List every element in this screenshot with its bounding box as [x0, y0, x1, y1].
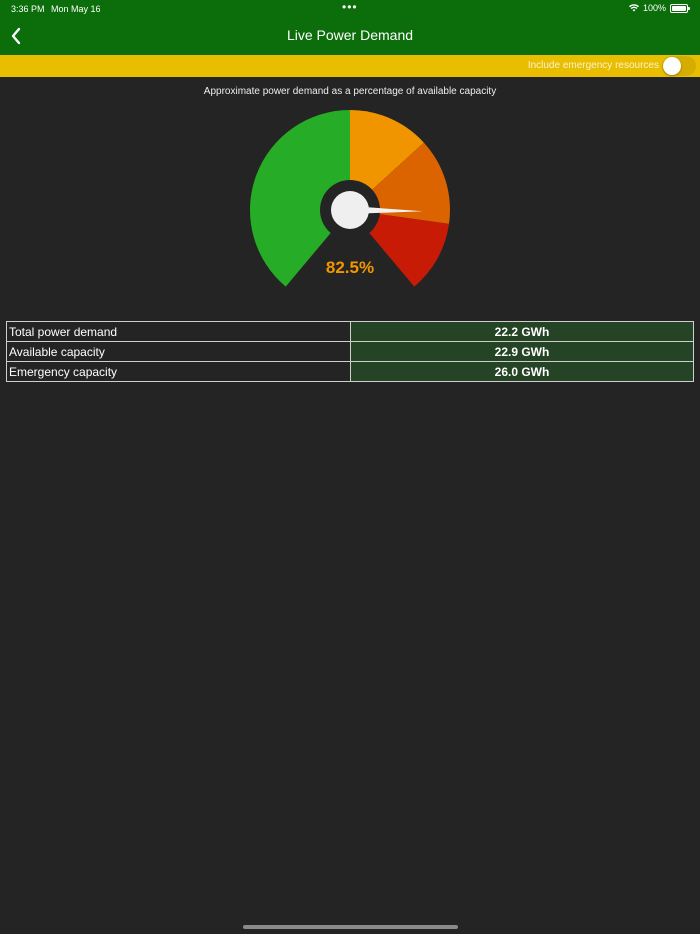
wifi-icon: [628, 4, 639, 12]
gauge-subtitle: Approximate power demand as a percentage…: [203, 86, 497, 97]
toggle-knob: [663, 57, 681, 75]
table-row: Available capacity 22.9 GWh: [6, 341, 694, 362]
status-right: 100%: [628, 3, 690, 13]
row-label: Available capacity: [6, 341, 351, 362]
status-date: Mon May 16: [51, 4, 101, 14]
row-value: 22.9 GWh: [350, 341, 694, 362]
emergency-toggle-label: Include emergency resources: [527, 60, 659, 71]
row-label: Total power demand: [6, 321, 351, 342]
status-bar: 3:36 PM Mon May 16 ••• 100%: [0, 0, 700, 18]
demand-gauge: 82.5%: [250, 110, 451, 287]
capacity-table: Total power demand 22.2 GWh Available ca…: [6, 321, 694, 382]
emergency-toggle-switch[interactable]: [662, 56, 696, 76]
app-header: 3:36 PM Mon May 16 ••• 100% Live Power D…: [0, 0, 700, 55]
multitasking-dots[interactable]: •••: [342, 1, 358, 13]
home-indicator[interactable]: [243, 925, 458, 929]
page-title: Live Power Demand: [286, 27, 414, 43]
battery-icon: [670, 3, 690, 13]
battery-percent: 100%: [642, 3, 666, 13]
row-label: Emergency capacity: [6, 361, 351, 382]
gauge-hub: [331, 191, 369, 229]
row-value: 26.0 GWh: [350, 361, 694, 382]
table-row: Total power demand 22.2 GWh: [6, 321, 694, 342]
emergency-toggle-bar: Include emergency resources: [0, 55, 700, 77]
gauge-value-label: 82.5%: [326, 258, 374, 277]
table-row: Emergency capacity 26.0 GWh: [6, 361, 694, 382]
status-time: 3:36 PM: [11, 4, 45, 14]
row-value: 22.2 GWh: [350, 321, 694, 342]
